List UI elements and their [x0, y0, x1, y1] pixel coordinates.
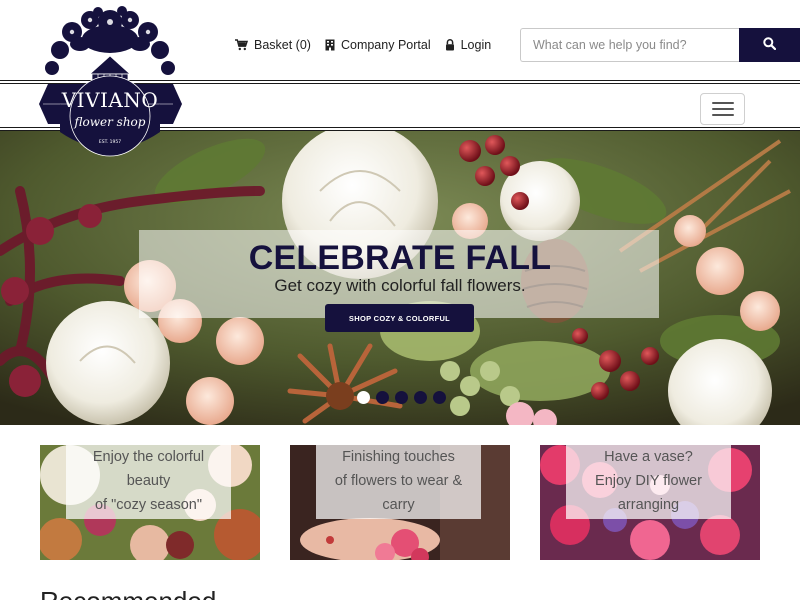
promo-caption-cozy-season: Enjoy the colorful beauty of "cozy seaso…	[66, 445, 231, 519]
search-button[interactable]	[739, 28, 800, 62]
hamburger-icon-bar	[711, 114, 734, 116]
logo-brand-text: VIVIANO	[61, 88, 159, 112]
hamburger-icon	[711, 102, 734, 104]
building-icon	[325, 39, 335, 51]
promo-caption-line: of flowers to wear &	[334, 473, 463, 489]
promo-caption-wear-carry: Finishing touches of flowers to wear & c…	[316, 445, 481, 519]
basket-link[interactable]: Basket (0)	[235, 38, 311, 52]
promo-caption-line: of "cozy season"	[94, 497, 202, 513]
carousel-dot-1[interactable]	[357, 391, 370, 404]
svg-text:EST. 1957: EST. 1957	[99, 139, 121, 145]
promo-caption-line: arranging	[617, 497, 680, 513]
hero-carousel[interactable]: CELEBRATE FALL Get cozy with colorful fa…	[0, 131, 800, 425]
promo-caption-line: carry	[382, 497, 415, 513]
carousel-dot-5[interactable]	[433, 391, 446, 404]
company-portal-label: Company Portal	[340, 38, 431, 52]
svg-text:flower shop: flower shop	[74, 115, 146, 129]
hero-title: CELEBRATE FALL	[248, 239, 552, 277]
menu-toggle-button[interactable]	[700, 93, 745, 125]
viviano-logo[interactable]: VIVIANO flower shop EST. 1957	[38, 4, 183, 159]
hero-subtitle: Get cozy with colorful fall flowers.	[274, 276, 526, 295]
promo-caption-diy-arranging: Have a vase? Enjoy DIY flower arranging	[566, 445, 731, 519]
search-bar	[520, 28, 800, 62]
search-input[interactable]	[520, 28, 739, 62]
company-portal-link[interactable]: Company Portal	[325, 38, 431, 52]
promo-caption-line: Finishing touches	[342, 449, 455, 465]
promo-caption-line: Enjoy the colorful	[92, 449, 205, 465]
carousel-dot-3[interactable]	[395, 391, 408, 404]
carousel-indicators	[357, 391, 446, 404]
carousel-dot-2[interactable]	[376, 391, 389, 404]
login-label: Login	[460, 38, 492, 52]
promo-caption-line: Enjoy DIY flower	[595, 473, 702, 489]
promo-caption-line: beauty	[126, 473, 171, 489]
promo-tile-cozy-season[interactable]: Enjoy the colorful beauty of "cozy seaso…	[40, 445, 260, 560]
hamburger-icon-bar	[711, 108, 734, 110]
basket-label: Basket (0)	[254, 38, 311, 52]
promo-tile-diy-arranging[interactable]: Have a vase? Enjoy DIY flower arranging	[540, 445, 760, 560]
carousel-dot-4[interactable]	[414, 391, 427, 404]
recommended-heading: Recommended	[40, 586, 216, 600]
search-icon	[763, 37, 777, 53]
promo-caption-line: Have a vase?	[604, 449, 693, 465]
utility-links: Basket (0) Company Portal Login	[235, 38, 491, 52]
shop-cozy-colorful-button[interactable]: SHOP COZY & COLORFUL	[325, 304, 474, 332]
login-link[interactable]: Login	[445, 38, 492, 52]
cart-icon	[235, 39, 248, 51]
lock-icon	[445, 39, 455, 51]
promo-tile-wear-carry[interactable]: Finishing touches of flowers to wear & c…	[290, 445, 510, 560]
